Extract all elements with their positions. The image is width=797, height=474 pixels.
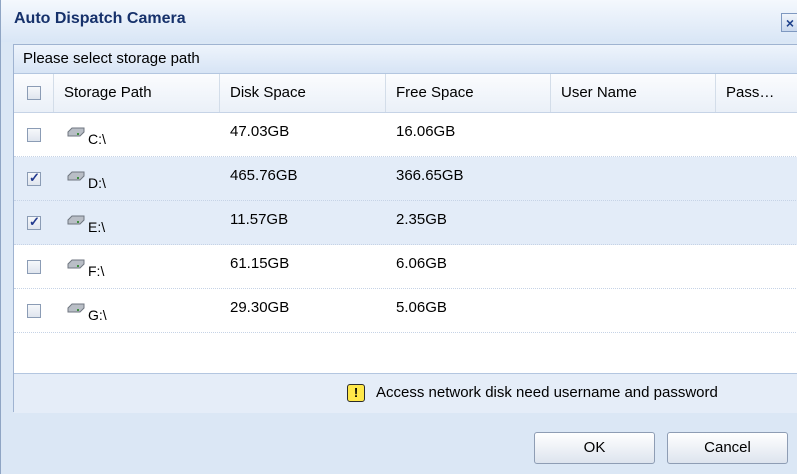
select-all-checkbox[interactable] <box>27 86 41 100</box>
panel-header: Please select storage path <box>14 45 797 74</box>
free-space-cell: 2.35GB <box>396 211 447 228</box>
storage-path-cell: E:\ <box>88 219 106 235</box>
column-free-space[interactable]: Free Space <box>386 74 551 112</box>
panel-title: Please select storage path <box>23 50 200 67</box>
storage-path-cell: F:\ <box>88 263 105 279</box>
drive-icon <box>67 259 85 269</box>
close-icon[interactable]: × <box>781 13 797 32</box>
disk-space-cell: 465.76GB <box>230 167 298 184</box>
storage-path-cell: C:\ <box>88 131 106 147</box>
drive-icon <box>67 127 85 137</box>
table-row[interactable]: F:\ 61.15GB 6.06GB <box>14 245 797 289</box>
drive-icon <box>67 303 85 313</box>
free-space-cell: 5.06GB <box>396 299 447 316</box>
row-checkbox[interactable] <box>27 304 41 318</box>
disk-space-cell: 61.15GB <box>230 255 290 272</box>
ok-button[interactable]: OK <box>534 432 655 464</box>
warning-icon: ! <box>347 384 365 402</box>
table-row[interactable]: C:\ 47.03GB 16.06GB <box>14 113 797 157</box>
free-space-cell: 6.06GB <box>396 255 447 272</box>
row-checkbox[interactable] <box>27 170 41 186</box>
table-row[interactable]: D:\ 465.76GB 366.65GB <box>14 157 797 201</box>
column-user-name[interactable]: User Name <box>551 74 716 112</box>
drive-icon <box>67 171 85 181</box>
disk-space-cell: 11.57GB <box>230 211 289 228</box>
cancel-button[interactable]: Cancel <box>667 432 788 464</box>
drive-icon <box>67 215 85 225</box>
storage-path-cell: G:\ <box>88 307 107 323</box>
table-row[interactable]: G:\ 29.30GB 5.06GB <box>14 289 797 333</box>
warning-text: Access network disk need username and pa… <box>376 384 718 401</box>
free-space-cell: 16.06GB <box>396 123 456 140</box>
storage-path-panel: Please select storage path Storage Path … <box>13 44 797 413</box>
row-checkbox[interactable] <box>27 214 41 230</box>
column-storage-path[interactable]: Storage Path <box>54 74 220 112</box>
dialog-title: Auto Dispatch Camera <box>14 10 186 27</box>
header-checkbox-cell <box>14 74 54 112</box>
column-password[interactable]: Pass… <box>716 74 797 112</box>
auto-dispatch-dialog: Auto Dispatch Camera × Please select sto… <box>0 0 797 474</box>
row-checkbox[interactable] <box>27 128 41 142</box>
disk-space-cell: 47.03GB <box>230 123 290 140</box>
column-disk-space[interactable]: Disk Space <box>220 74 386 112</box>
disk-space-cell: 29.30GB <box>230 299 290 316</box>
storage-path-cell: D:\ <box>88 175 106 191</box>
grid-header: Storage Path Disk Space Free Space User … <box>14 74 797 113</box>
title-bar[interactable]: Auto Dispatch Camera × <box>1 0 797 42</box>
table-row[interactable]: E:\ 11.57GB 2.35GB <box>14 201 797 245</box>
free-space-cell: 366.65GB <box>396 167 464 184</box>
info-bar: ! Access network disk need username and … <box>14 373 797 413</box>
row-checkbox[interactable] <box>27 260 41 274</box>
